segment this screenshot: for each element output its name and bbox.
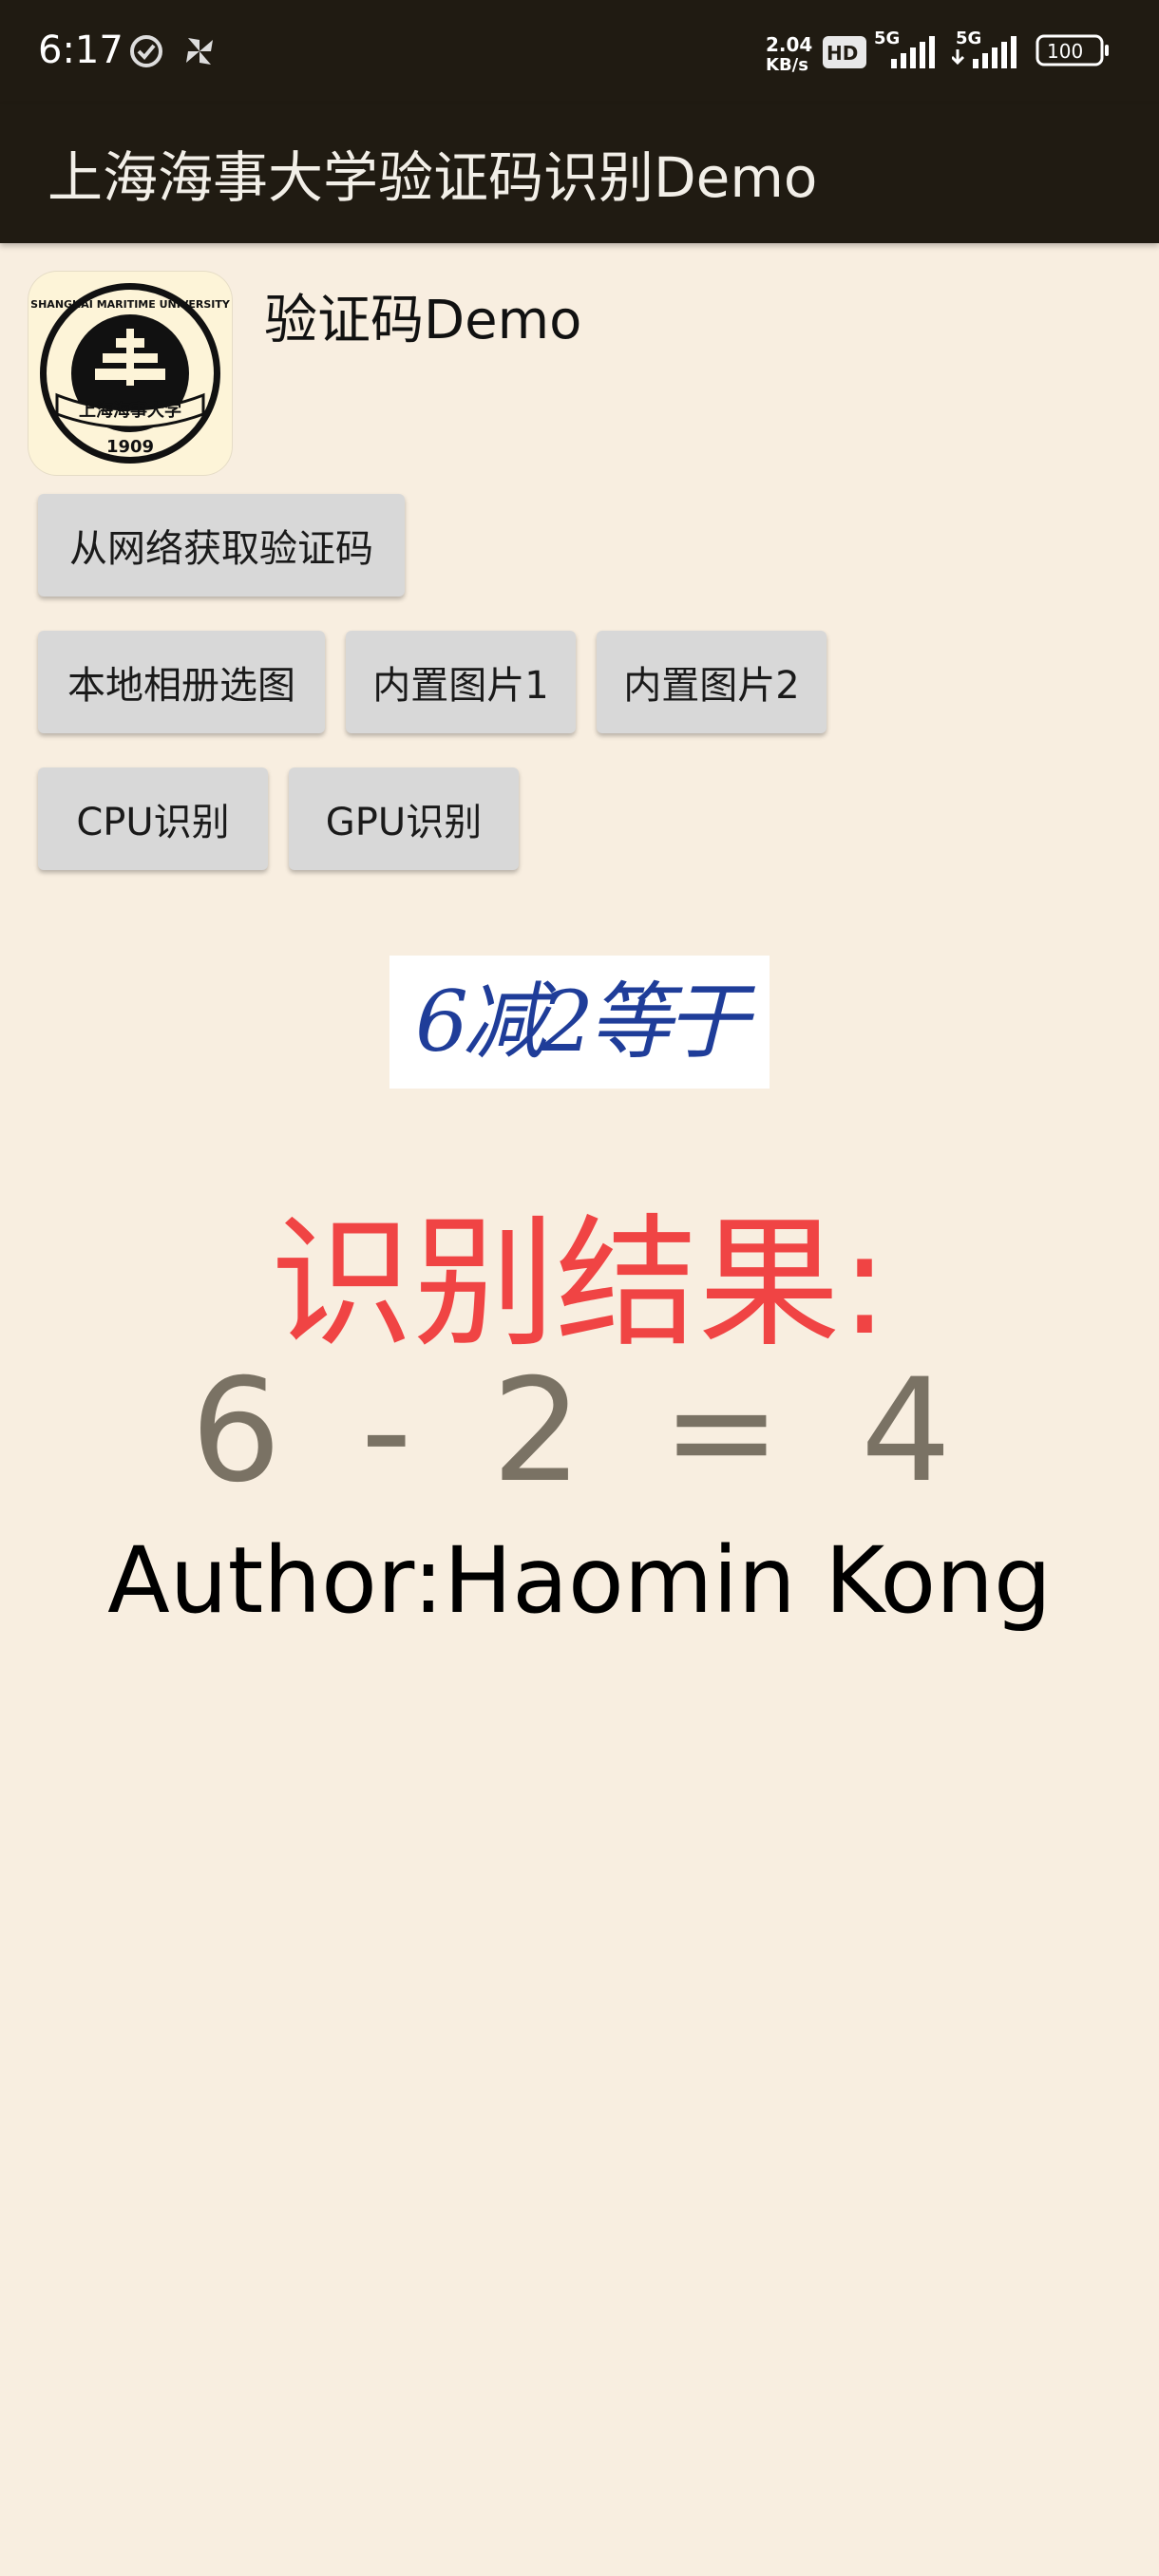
battery-icon: 100 bbox=[1036, 34, 1109, 66]
result-label: 识别结果: bbox=[270, 1202, 889, 1367]
svg-text:5G: 5G bbox=[874, 28, 900, 48]
university-logo: SHANGHAI MARITIME UNIVERSITY 上海海事大学 1909 bbox=[28, 272, 232, 475]
captcha-image: 6减2等于 bbox=[390, 956, 770, 1089]
author-text: Author:Haomin Kong bbox=[107, 1527, 1052, 1634]
svg-text:2.04: 2.04 bbox=[766, 34, 812, 56]
svg-text:1909: 1909 bbox=[106, 437, 154, 457]
check-circle-icon bbox=[130, 35, 162, 67]
cpu-recognize-button[interactable]: CPU识别 bbox=[38, 767, 268, 870]
svg-text:6减2等于: 6减2等于 bbox=[415, 973, 756, 1070]
svg-text:5G: 5G bbox=[956, 28, 981, 48]
header-label: 验证码Demo bbox=[264, 290, 582, 351]
status-bar: 6:17 2.04 KB/s HD 5G 5G 100 bbox=[0, 0, 1159, 104]
gpu-recognize-button[interactable]: GPU识别 bbox=[289, 767, 519, 870]
fetch-captcha-button[interactable]: 从网络获取验证码 bbox=[38, 494, 405, 597]
pinwheel-icon bbox=[186, 38, 213, 65]
hd-badge: HD bbox=[823, 36, 866, 68]
result-value: 6 - 2 = 4 bbox=[190, 1349, 969, 1514]
svg-text:上海海事大学: 上海海事大学 bbox=[79, 400, 181, 421]
svg-text:SHANGHAI MARITIME UNIVERSITY: SHANGHAI MARITIME UNIVERSITY bbox=[30, 298, 231, 311]
app-bar: 上海海事大学验证码识别Demo bbox=[0, 104, 1159, 243]
album-select-button[interactable]: 本地相册选图 bbox=[38, 631, 325, 733]
net-speed: 2.04 KB/s bbox=[766, 34, 812, 74]
status-time: 6:17 bbox=[38, 28, 124, 72]
svg-text:HD: HD bbox=[826, 42, 858, 65]
app-title: 上海海事大学验证码识别Demo bbox=[48, 145, 818, 210]
signal-icon: 5G bbox=[874, 28, 935, 68]
builtin-image-1-button[interactable]: 内置图片1 bbox=[346, 631, 576, 733]
svg-text:100: 100 bbox=[1047, 40, 1083, 63]
builtin-image-2-button[interactable]: 内置图片2 bbox=[597, 631, 826, 733]
signal-icon-2: 5G bbox=[952, 28, 1016, 68]
svg-text:KB/s: KB/s bbox=[766, 55, 808, 74]
